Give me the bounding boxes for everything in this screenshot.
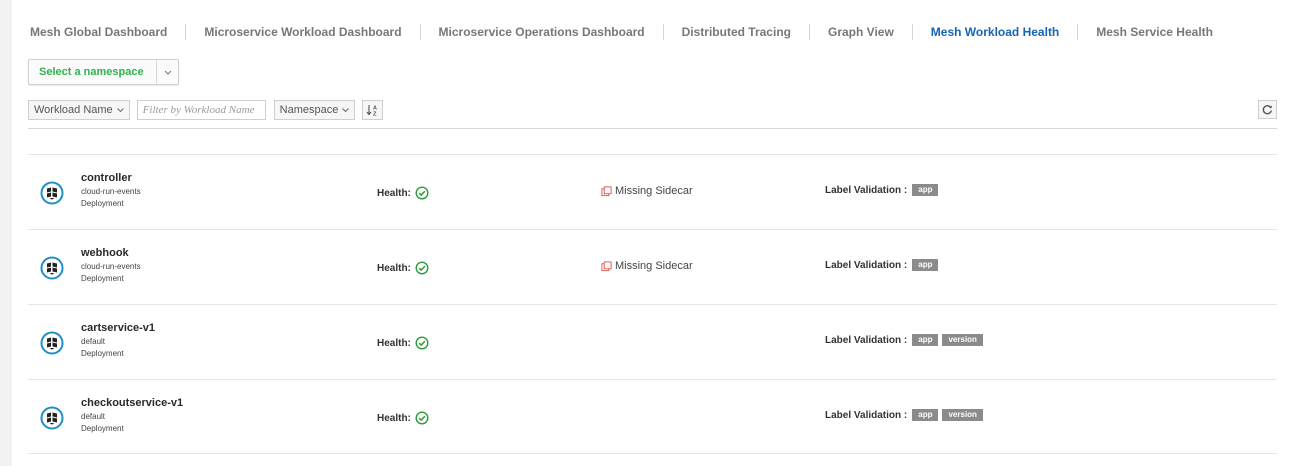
tab-microservice-operations-dashboard[interactable]: Microservice Operations Dashboard — [419, 24, 663, 40]
tab-microservice-workload-dashboard[interactable]: Microservice Workload Dashboard — [185, 24, 419, 40]
workload-namespace: cloud-run-events — [81, 262, 141, 271]
label-validation: Label Validation : app — [825, 184, 939, 196]
workload-row[interactable]: webhook cloud-run-events Deployment Heal… — [28, 229, 1277, 304]
refresh-button[interactable] — [1258, 100, 1277, 119]
health-label: Health: — [377, 412, 411, 424]
tab-distributed-tracing[interactable]: Distributed Tracing — [662, 24, 809, 40]
label-validation-title: Label Validation : — [825, 409, 908, 421]
label-validation: Label Validation : app — [825, 259, 939, 271]
missing-sidecar-icon — [601, 260, 612, 272]
namespace-select-label: Select a namespace — [39, 66, 144, 78]
workload-name[interactable]: webhook — [81, 247, 129, 259]
sort-button[interactable]: A Z — [362, 100, 384, 120]
check-circle-icon — [415, 336, 429, 350]
workload-icon — [40, 181, 64, 205]
chevron-down-icon — [342, 108, 350, 112]
namespace-filter-label: Namespace — [279, 104, 339, 116]
tab-mesh-workload-health[interactable]: Mesh Workload Health — [911, 24, 1077, 40]
main-panel: Mesh Global Dashboard Microservice Workl… — [12, 0, 1289, 466]
dashboard-tabs: Mesh Global Dashboard Microservice Workl… — [30, 23, 1231, 41]
workload-name[interactable]: controller — [81, 172, 132, 184]
workload-namespace: default — [81, 337, 106, 346]
missing-sidecar-icon — [601, 185, 612, 197]
workload-row[interactable]: cartservice-v1 default Deployment Health… — [28, 304, 1277, 379]
tab-graph-view[interactable]: Graph View — [808, 24, 912, 40]
label-validation-title: Label Validation : — [825, 334, 908, 346]
workload-icon — [40, 256, 64, 280]
workload-type: Deployment — [81, 274, 124, 283]
workload-icon — [40, 406, 64, 430]
label-badge: app — [912, 334, 939, 346]
label-badge: app — [912, 184, 939, 196]
label-badge: app — [912, 259, 939, 271]
label-validation-title: Label Validation : — [825, 184, 908, 196]
svg-text:Z: Z — [373, 112, 377, 117]
workload-icon — [40, 331, 64, 355]
namespace-select[interactable]: Select a namespace — [28, 59, 179, 85]
label-badge: version — [942, 409, 983, 421]
check-circle-icon — [415, 261, 429, 275]
tab-mesh-service-health[interactable]: Mesh Service Health — [1077, 24, 1231, 40]
workload-namespace: cloud-run-events — [81, 187, 141, 196]
filter-input[interactable] — [136, 100, 266, 120]
health-status: Health: — [377, 186, 429, 200]
label-validation: Label Validation : app version — [825, 409, 983, 421]
sidecar-warning: Missing Sidecar — [601, 185, 693, 197]
label-badge: app — [912, 409, 939, 421]
sort-alpha-icon: A Z — [366, 105, 377, 117]
workload-type: Deployment — [81, 199, 124, 208]
label-validation-title: Label Validation : — [825, 259, 908, 271]
workload-name[interactable]: checkoutservice-v1 — [81, 397, 183, 409]
health-status: Health: — [377, 411, 429, 425]
workload-namespace: default — [81, 412, 106, 421]
health-status: Health: — [377, 261, 429, 275]
workload-row[interactable]: checkoutservice-v1 default Deployment He… — [28, 379, 1277, 454]
sidecar-warning-text: Missing Sidecar — [615, 260, 693, 272]
filter-toolbar: Workload Name Namespace A Z — [28, 100, 384, 120]
namespace-filter-dropdown[interactable]: Namespace — [273, 100, 356, 120]
health-status: Health: — [377, 336, 429, 350]
workload-type: Deployment — [81, 424, 124, 433]
check-circle-icon — [415, 411, 429, 425]
sidecar-warning: Missing Sidecar — [601, 260, 693, 272]
chevron-down-icon[interactable] — [156, 60, 178, 84]
check-circle-icon — [415, 186, 429, 200]
label-badge: version — [942, 334, 983, 346]
sidecar-warning-text: Missing Sidecar — [615, 185, 693, 197]
tab-mesh-global-dashboard[interactable]: Mesh Global Dashboard — [30, 24, 185, 40]
workload-list: controller cloud-run-events Deployment H… — [28, 154, 1277, 454]
workload-row[interactable]: controller cloud-run-events Deployment H… — [28, 154, 1277, 229]
toolbar-divider — [28, 128, 1277, 129]
health-label: Health: — [377, 337, 411, 349]
health-label: Health: — [377, 187, 411, 199]
workload-name[interactable]: cartservice-v1 — [81, 322, 155, 334]
filter-field-dropdown[interactable]: Workload Name — [28, 100, 130, 120]
refresh-icon — [1262, 105, 1272, 115]
chevron-down-icon — [116, 108, 124, 112]
health-label: Health: — [377, 262, 411, 274]
workload-type: Deployment — [81, 349, 124, 358]
label-validation: Label Validation : app version — [825, 334, 983, 346]
filter-field-label: Workload Name — [34, 104, 113, 116]
